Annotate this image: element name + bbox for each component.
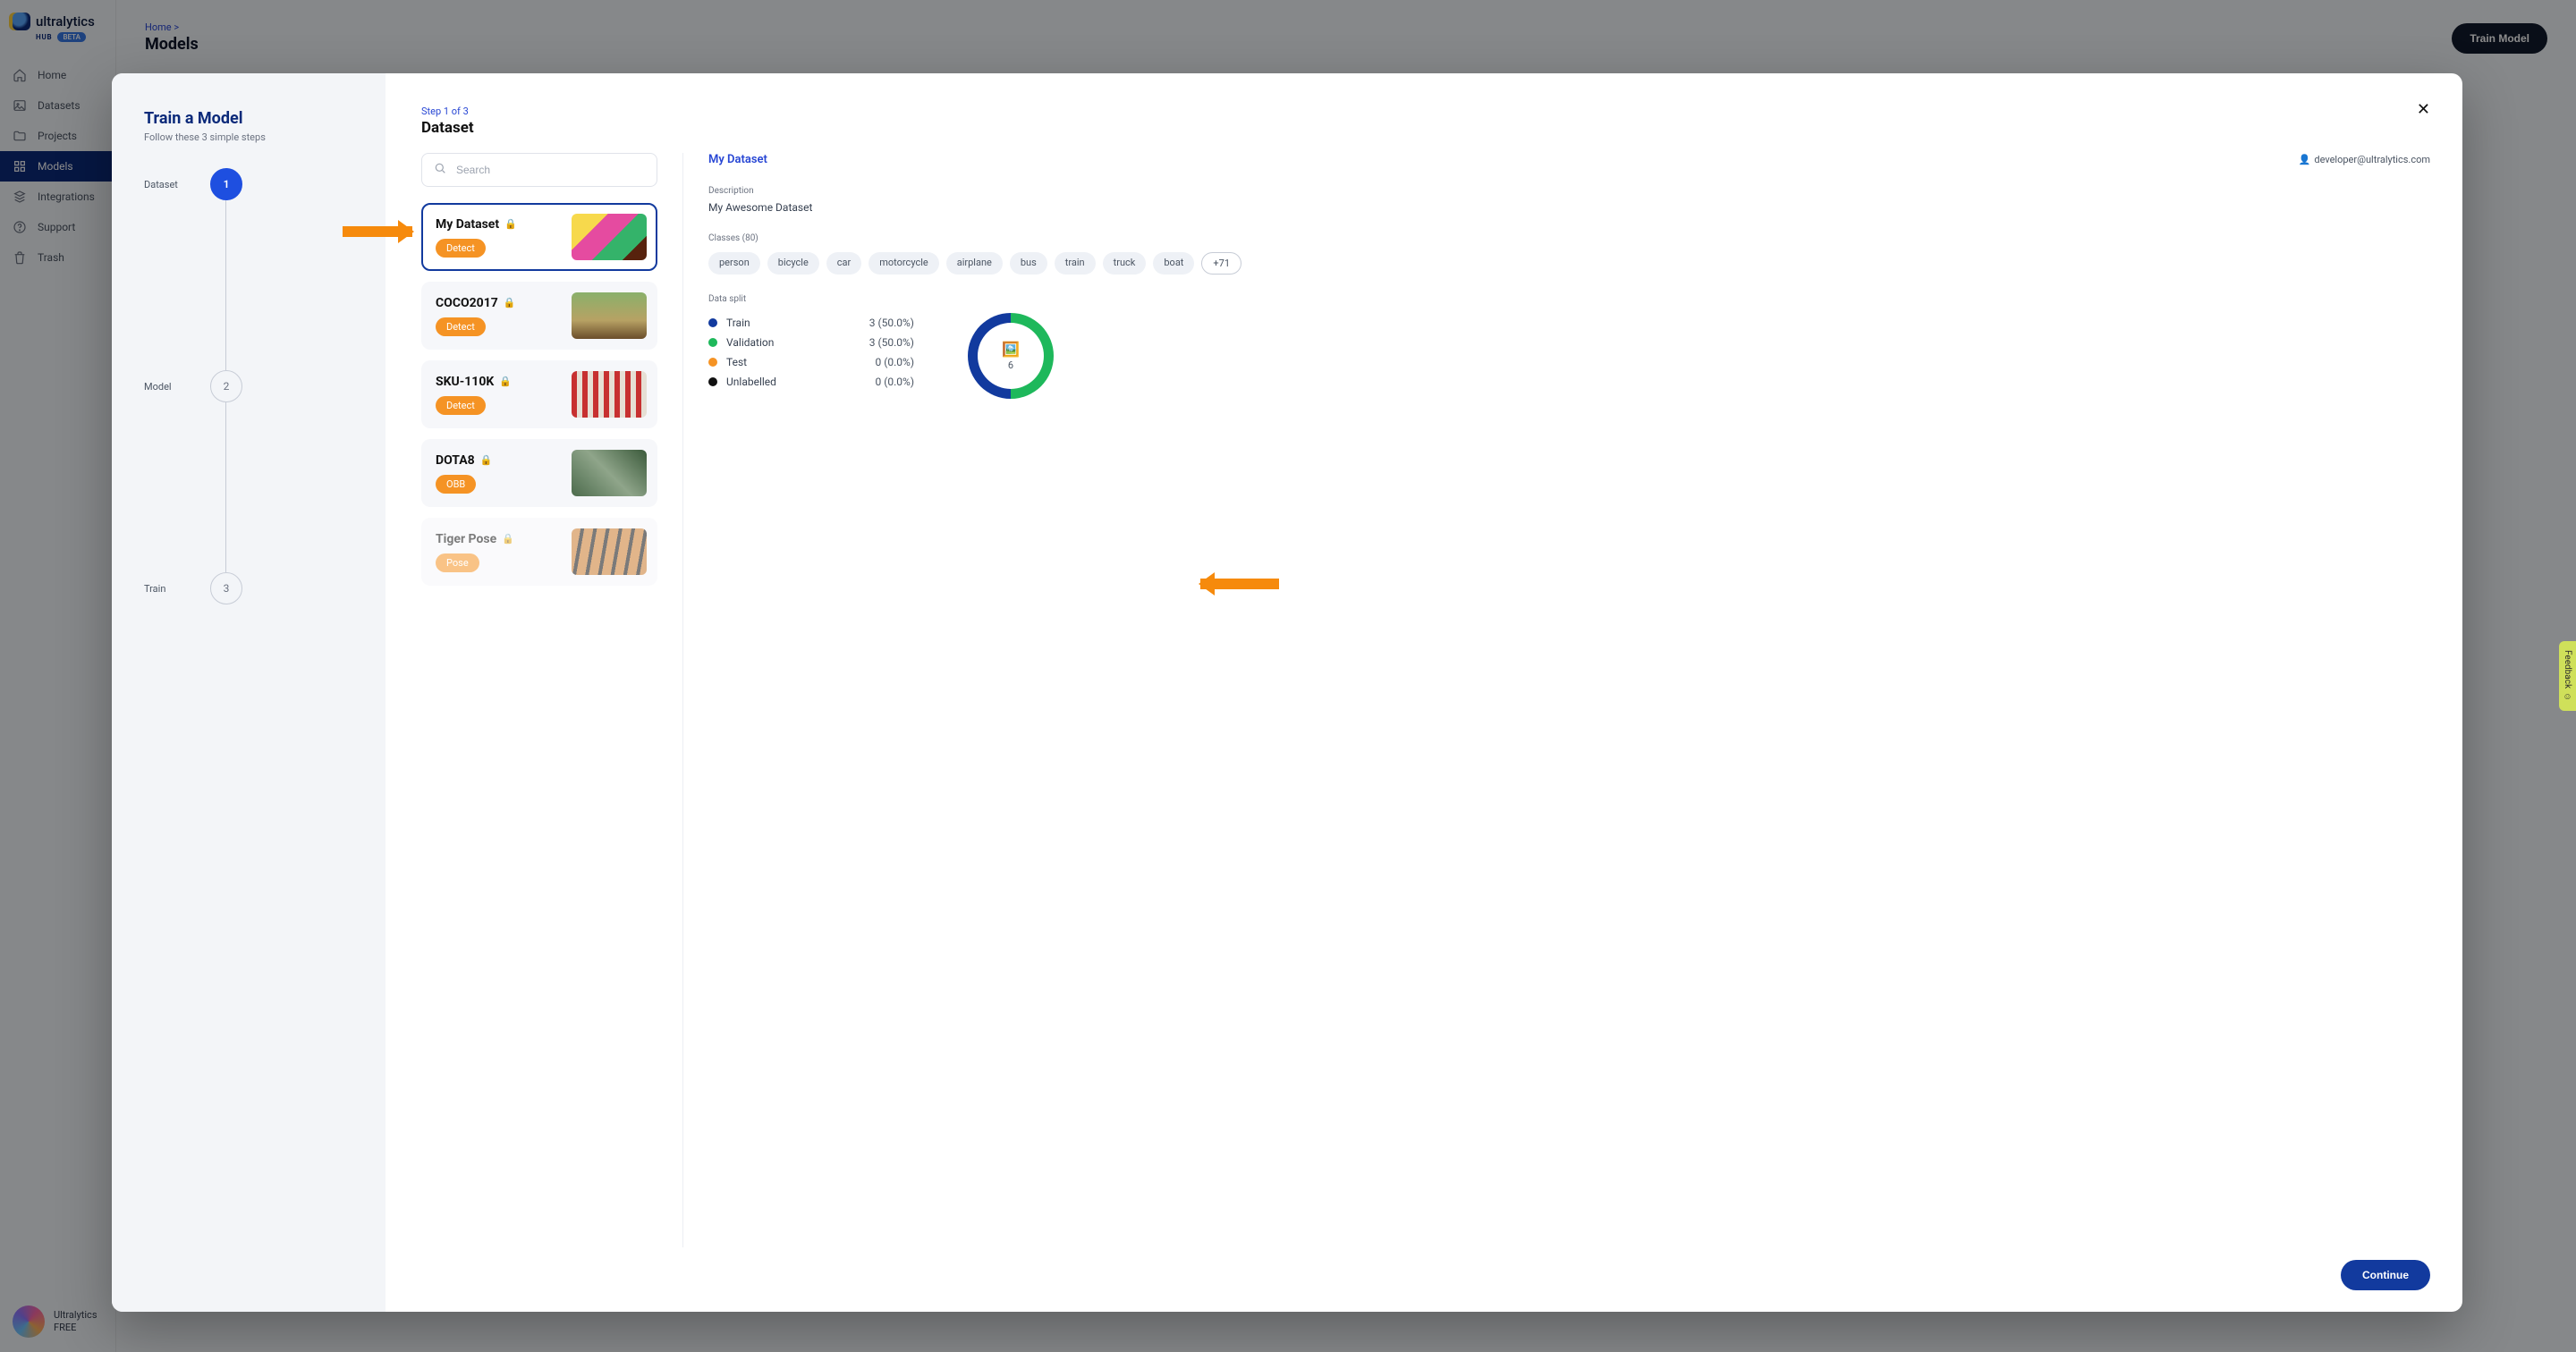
dataset-card-tiger-pose[interactable]: Tiger Pose 🔒 Pose	[421, 518, 657, 586]
search-input[interactable]	[456, 164, 646, 176]
feedback-tab[interactable]: Feedback ☺	[2559, 641, 2576, 711]
smile-icon: ☺	[2563, 692, 2572, 702]
split-table: Train 3 (50.0%) Validation 3 (50.0%) Tes…	[708, 313, 914, 399]
step-dot-1[interactable]: 1	[210, 168, 242, 200]
lock-icon: 🔒	[502, 533, 514, 545]
task-badge: Detect	[436, 396, 486, 415]
split-total: 6	[1008, 359, 1013, 371]
dataset-card-coco2017[interactable]: COCO2017 🔒 Detect	[421, 282, 657, 350]
step-dot-2[interactable]: 2	[210, 370, 242, 402]
lock-icon: 🔒	[504, 297, 516, 308]
split-row-unlabelled: Unlabelled 0 (0.0%)	[708, 372, 914, 392]
dataset-list-column: My Dataset 🔒 Detect COCO2017 🔒 Detect	[421, 153, 657, 1247]
dataset-thumb	[572, 371, 647, 418]
dataset-thumb	[572, 214, 647, 260]
class-chip[interactable]: boat	[1153, 252, 1194, 275]
detail-title: My Dataset	[708, 153, 767, 166]
split-dot	[708, 338, 717, 347]
class-chip[interactable]: car	[826, 252, 861, 275]
class-chip[interactable]: train	[1055, 252, 1096, 275]
dataset-name: COCO2017	[436, 296, 498, 310]
step-label-train: Train	[144, 583, 198, 595]
modal-sidebar: Train a Model Follow these 3 simple step…	[112, 73, 386, 1312]
split-row-test: Test 0 (0.0%)	[708, 352, 914, 372]
train-model-modal: Train a Model Follow these 3 simple step…	[112, 73, 2462, 1312]
split-dot	[708, 358, 717, 367]
step-label-dataset: Dataset	[144, 179, 198, 190]
continue-button[interactable]: Continue	[2341, 1260, 2430, 1290]
task-badge: Detect	[436, 239, 486, 258]
dataset-card-dota8[interactable]: DOTA8 🔒 OBB	[421, 439, 657, 507]
dataset-card-my-dataset[interactable]: My Dataset 🔒 Detect	[421, 203, 657, 271]
images-icon: 🖼️	[1002, 341, 1020, 358]
dataset-detail-column: My Dataset 👤 developer@ultralytics.com D…	[682, 153, 2430, 1247]
task-badge: Detect	[436, 317, 486, 336]
search-box[interactable]	[421, 153, 657, 187]
classes-label: Classes (80)	[708, 233, 2430, 243]
task-badge: Pose	[436, 553, 479, 572]
annotation-arrow-icon	[343, 226, 412, 237]
class-chip-more[interactable]: +71	[1201, 252, 1241, 275]
class-chip[interactable]: truck	[1103, 252, 1147, 275]
class-chip[interactable]: person	[708, 252, 760, 275]
modal-title: Train a Model	[144, 109, 353, 128]
lock-icon: 🔒	[480, 454, 493, 466]
class-chip[interactable]: airplane	[946, 252, 1003, 275]
close-icon: ✕	[2417, 100, 2430, 118]
search-icon	[433, 161, 447, 179]
class-chip[interactable]: bus	[1010, 252, 1047, 275]
detail-owner: 👤 developer@ultralytics.com	[2299, 154, 2430, 165]
modal-subtitle: Follow these 3 simple steps	[144, 131, 353, 143]
split-dot	[708, 377, 717, 386]
description-label: Description	[708, 186, 2430, 196]
dataset-thumb	[572, 450, 647, 496]
step-label-model: Model	[144, 381, 198, 393]
dataset-name: SKU-110K	[436, 375, 494, 389]
modal-step-title: Dataset	[421, 119, 2430, 137]
lock-icon: 🔒	[504, 218, 517, 230]
dataset-name: My Dataset	[436, 217, 499, 232]
split-row-train: Train 3 (50.0%)	[708, 313, 914, 333]
step-dot-3[interactable]: 3	[210, 572, 242, 604]
modal-main: ✕ Step 1 of 3 Dataset My Dataset 🔒 Detect	[386, 73, 2462, 1312]
feedback-label: Feedback	[2563, 650, 2572, 689]
user-icon: 👤	[2299, 154, 2311, 165]
description-value: My Awesome Dataset	[708, 201, 2430, 214]
annotation-arrow-icon	[1200, 579, 1279, 589]
dataset-thumb	[572, 292, 647, 339]
split-row-validation: Validation 3 (50.0%)	[708, 333, 914, 352]
lock-icon: 🔒	[499, 376, 512, 387]
split-label: Data split	[708, 294, 2430, 304]
step-indicator: Dataset 1 Model 2 Train 3	[144, 168, 353, 604]
dataset-card-sku110k[interactable]: SKU-110K 🔒 Detect	[421, 360, 657, 428]
task-badge: OBB	[436, 475, 476, 494]
dataset-name: Tiger Pose	[436, 532, 496, 546]
modal-step-crumb: Step 1 of 3	[421, 106, 2430, 117]
close-button[interactable]: ✕	[2417, 100, 2430, 119]
class-chip[interactable]: bicycle	[767, 252, 819, 275]
dataset-thumb	[572, 528, 647, 575]
class-chips: person bicycle car motorcycle airplane b…	[708, 252, 2430, 275]
class-chip[interactable]: motorcycle	[869, 252, 938, 275]
split-dot	[708, 318, 717, 327]
dataset-name: DOTA8	[436, 453, 475, 468]
split-chart: 🖼️ 6	[968, 313, 1054, 399]
